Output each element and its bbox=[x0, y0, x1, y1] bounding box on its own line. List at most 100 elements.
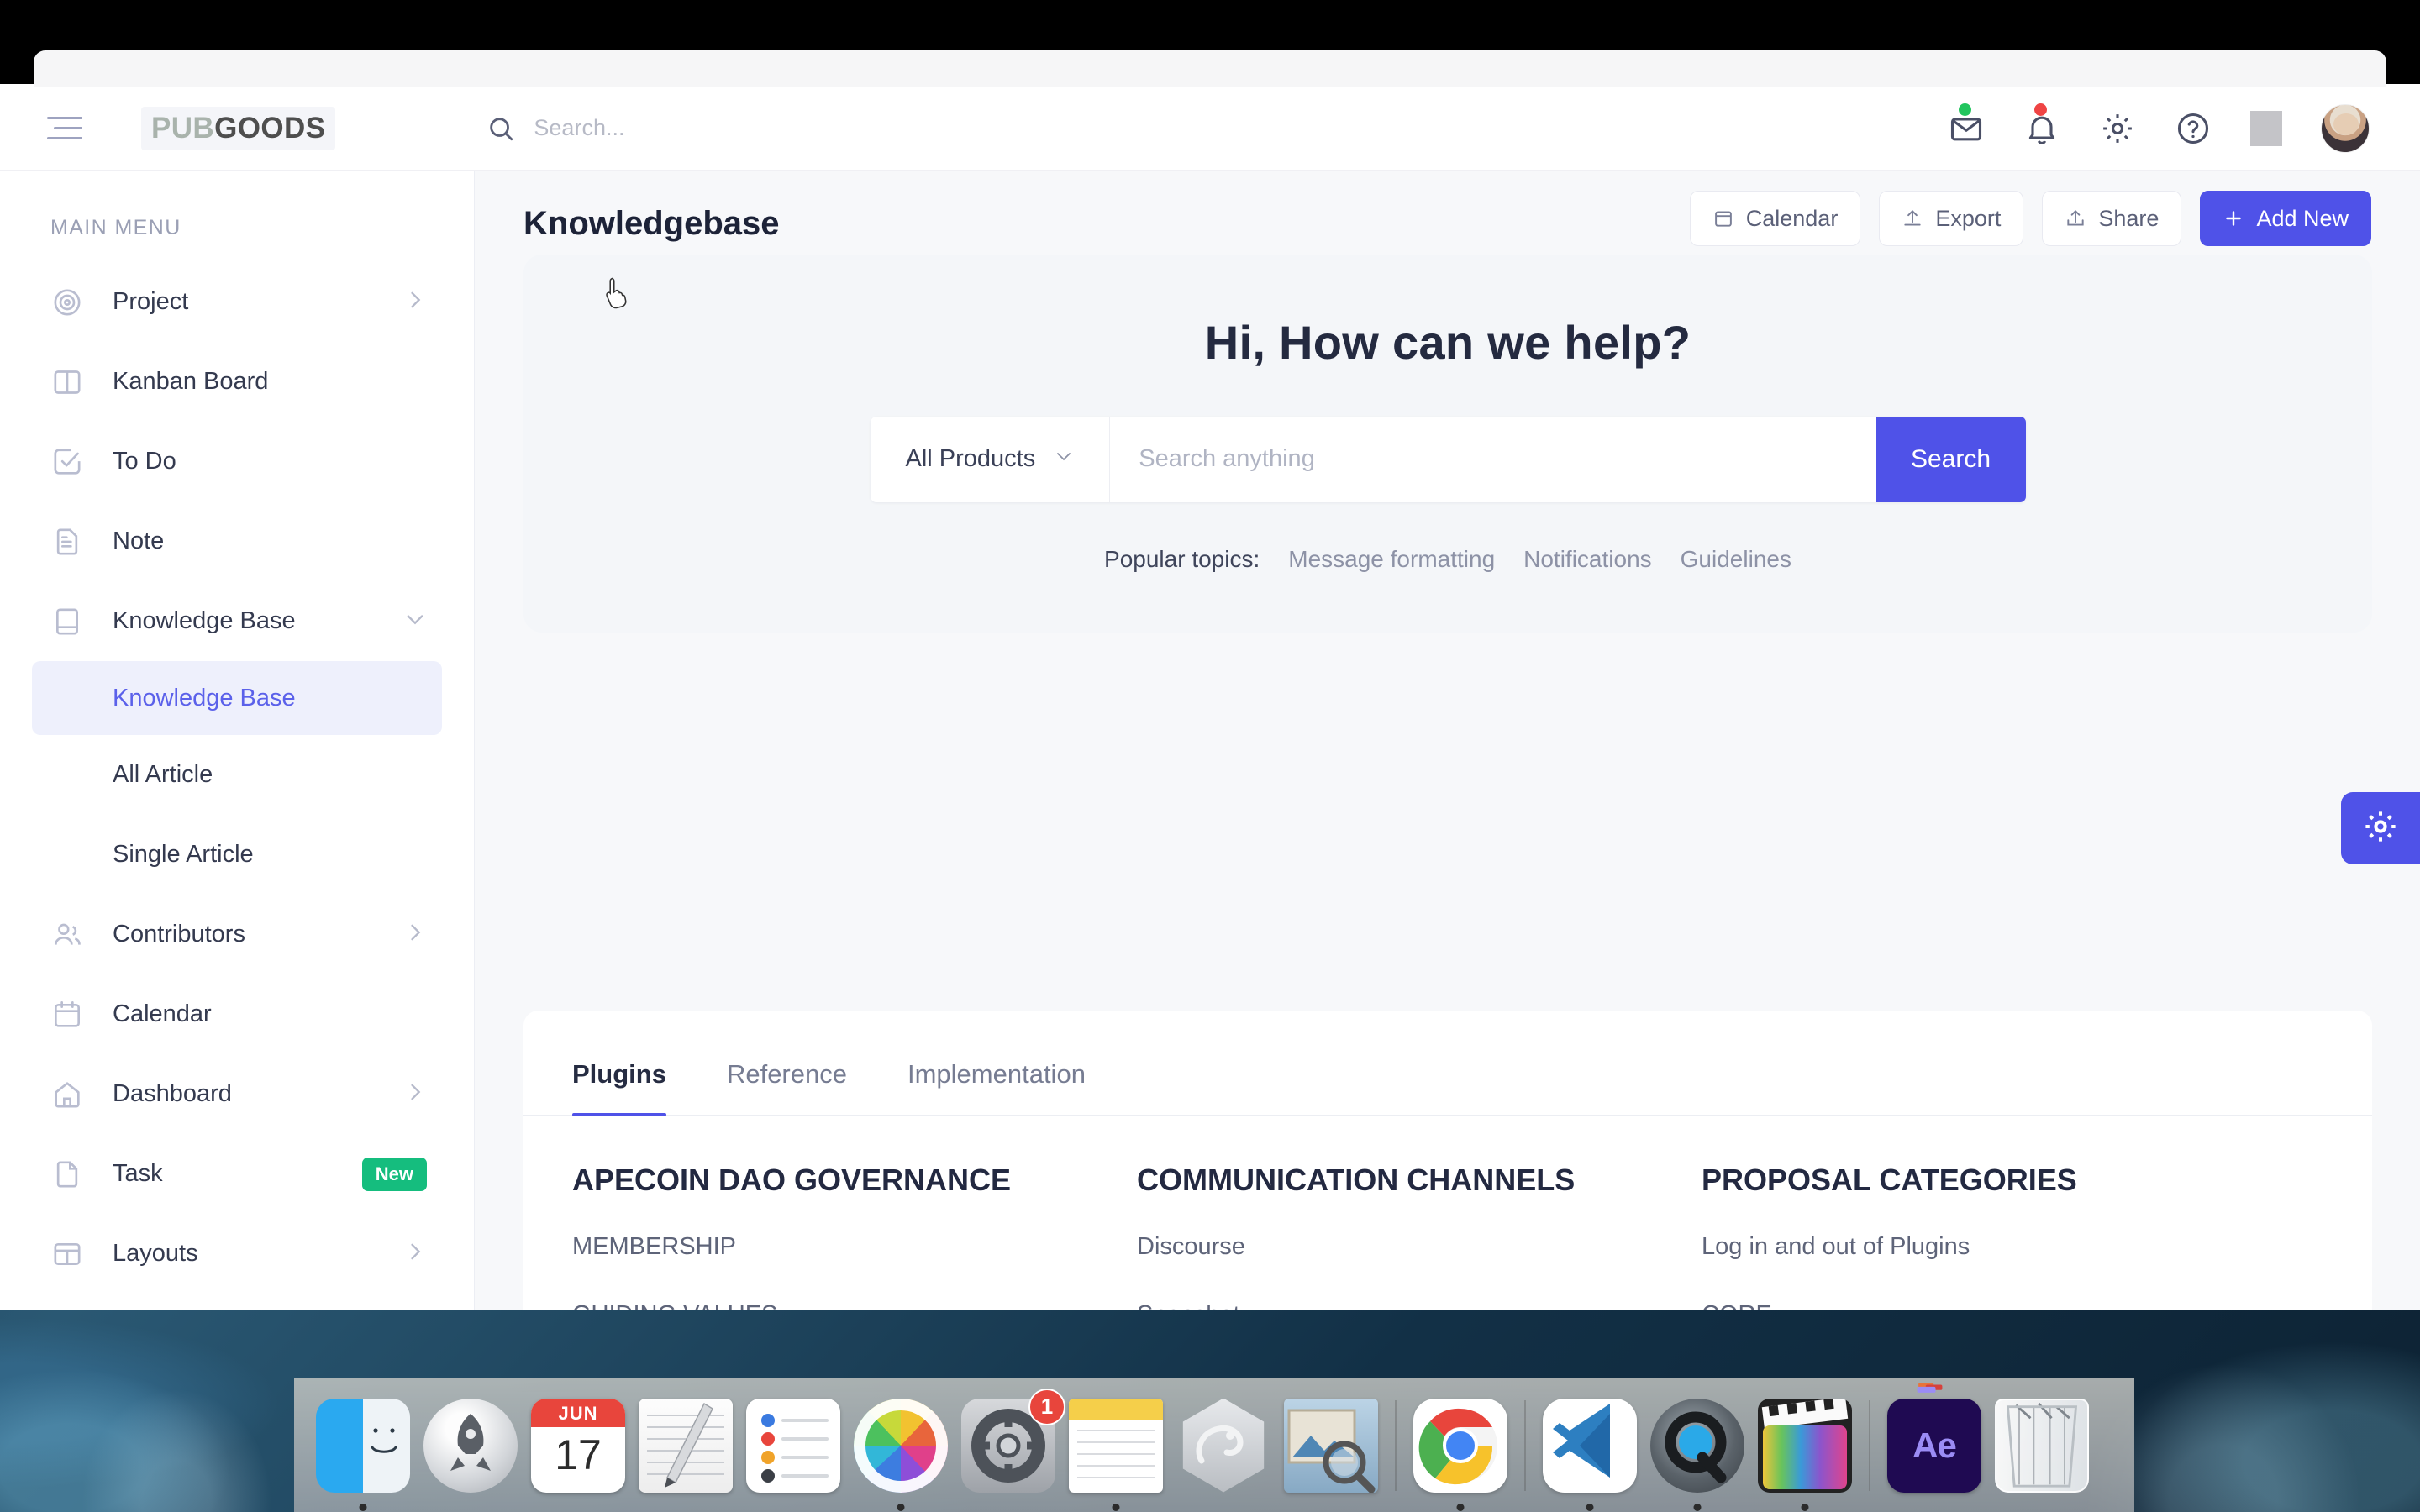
dock-item-visual-studio-code[interactable] bbox=[1536, 1392, 1644, 1511]
sidebar-item-knowledge-base-group[interactable]: Knowledge Base bbox=[0, 581, 474, 661]
dock-separator bbox=[1524, 1399, 1526, 1491]
column-heading: APECOIN DAO GOVERNANCE bbox=[572, 1163, 1012, 1197]
sidebar-item-contributors[interactable]: Contributors bbox=[0, 895, 474, 974]
dock-item-calendar[interactable]: JUN 17 bbox=[524, 1392, 632, 1499]
hex-app-icon bbox=[1182, 1398, 1265, 1493]
page-title: Knowledgebase bbox=[523, 205, 780, 242]
trash-icon bbox=[1995, 1398, 2089, 1493]
sidebar-item-label: Project bbox=[113, 288, 189, 315]
article-link[interactable]: Discourse bbox=[1137, 1233, 1702, 1261]
hero-search-input[interactable] bbox=[1110, 416, 1876, 502]
sidebar-item-kanban-board[interactable]: Kanban Board bbox=[0, 342, 474, 422]
running-indicator bbox=[1586, 1503, 1594, 1511]
running-indicator bbox=[1693, 1503, 1702, 1511]
mail-icon[interactable] bbox=[1948, 102, 1985, 147]
sidebar-item-layouts[interactable]: Layouts bbox=[0, 1214, 474, 1294]
calendar-icon: JUN 17 bbox=[531, 1398, 625, 1493]
dock-item-final-cut-pro[interactable] bbox=[1751, 1392, 1859, 1511]
sidebar-item-project[interactable]: Project bbox=[0, 262, 474, 342]
tab-reference[interactable]: Reference bbox=[727, 1059, 847, 1115]
sidebar-item-label: Note bbox=[113, 528, 165, 554]
preview-icon bbox=[1284, 1398, 1378, 1493]
sidebar-item-task[interactable]: Task New bbox=[0, 1134, 474, 1214]
article-link[interactable]: Snapshot bbox=[1137, 1301, 1702, 1310]
photos-icon bbox=[854, 1398, 948, 1493]
hamburger-line bbox=[54, 127, 82, 129]
tab-plugins[interactable]: Plugins bbox=[572, 1059, 666, 1116]
sidebar-item-knowledge-base[interactable]: Knowledge Base bbox=[32, 661, 442, 735]
global-search[interactable]: Search... bbox=[487, 114, 1243, 143]
calendar-button[interactable]: Calendar bbox=[1689, 191, 1861, 246]
final-cut-pro-icon bbox=[1758, 1398, 1852, 1493]
popular-topic-link[interactable]: Guidelines bbox=[1681, 546, 1791, 573]
popular-topic-link[interactable]: Notifications bbox=[1523, 546, 1652, 573]
article-link[interactable]: GUIDING VALUES bbox=[572, 1301, 1137, 1310]
dock-item-photos[interactable] bbox=[847, 1392, 955, 1511]
sidebar-item-single-article[interactable]: Single Article bbox=[0, 815, 474, 895]
chevron-right-icon bbox=[403, 921, 427, 948]
book-icon bbox=[50, 605, 84, 638]
dock-item-trash[interactable] bbox=[1988, 1392, 2096, 1499]
article-link[interactable]: MEMBERSHIP bbox=[572, 1233, 1137, 1261]
article-link[interactable]: CORE bbox=[1702, 1301, 2266, 1310]
dock-item-system-preferences[interactable]: 1 bbox=[955, 1388, 1065, 1499]
dock-item-after-effects[interactable]: Ae bbox=[1881, 1382, 1988, 1499]
dock-item-reminders[interactable] bbox=[739, 1392, 847, 1499]
dock-separator bbox=[1395, 1399, 1397, 1491]
share-button-label: Share bbox=[2098, 205, 2160, 231]
gear-icon[interactable] bbox=[2099, 110, 2136, 147]
add-new-button[interactable]: Add New bbox=[2200, 191, 2371, 246]
browser-toolbar: localhost:3000/admin/goods-react/admin/k… bbox=[34, 50, 2386, 89]
sidebar-item-label: Task bbox=[113, 1160, 163, 1187]
tab-implementation[interactable]: Implementation bbox=[908, 1059, 1086, 1115]
chevron-right-icon bbox=[403, 1240, 427, 1268]
layout-icon bbox=[50, 1237, 84, 1271]
export-button[interactable]: Export bbox=[1879, 191, 2024, 246]
running-indicator bbox=[1112, 1503, 1120, 1511]
product-filter-select[interactable]: All Products bbox=[871, 416, 1111, 502]
popular-topics-label: Popular topics: bbox=[1104, 545, 1260, 572]
sidebar-section-label: MAIN MENU bbox=[50, 216, 182, 239]
article-column: APECOIN DAO GOVERNANCE MEMBERSHIP GUIDIN… bbox=[572, 1163, 1137, 1310]
app-top-bar: PUBGOODS Search... bbox=[0, 87, 2420, 171]
popular-topic-link[interactable]: Message formatting bbox=[1288, 546, 1495, 573]
notification-status-dot bbox=[2034, 102, 2047, 116]
macos-dock: JUN 17 1 Ae bbox=[294, 1378, 2134, 1512]
export-button-label: Export bbox=[1935, 205, 2002, 231]
sidebar-item-note[interactable]: Note bbox=[0, 501, 474, 581]
target-icon bbox=[50, 286, 84, 319]
placeholder-icon[interactable] bbox=[2250, 110, 2282, 146]
dock-item-google-chrome[interactable] bbox=[1407, 1392, 1514, 1511]
share-icon bbox=[2065, 207, 2086, 229]
chevron-right-icon bbox=[403, 1080, 427, 1108]
sidebar-item-calendar[interactable]: Calendar bbox=[0, 974, 474, 1054]
dock-item-preview[interactable] bbox=[1277, 1392, 1385, 1499]
hero-search-button[interactable]: Search bbox=[1876, 416, 2026, 502]
help-circle-icon[interactable] bbox=[2175, 110, 2212, 147]
theme-settings-button[interactable] bbox=[2341, 792, 2420, 864]
plus-icon bbox=[2223, 207, 2244, 229]
popular-topics: Popular topics: Message formatting Notif… bbox=[1104, 546, 1791, 573]
share-button[interactable]: Share bbox=[2042, 191, 2182, 246]
sidebar-item-to-do[interactable]: To Do bbox=[0, 422, 474, 501]
dock-item-quicktime-player[interactable] bbox=[1644, 1392, 1751, 1511]
sidebar-item-dashboard[interactable]: Dashboard bbox=[0, 1054, 474, 1134]
dock-item-hex-app[interactable] bbox=[1170, 1392, 1277, 1499]
dock-item-finder[interactable] bbox=[309, 1392, 417, 1511]
dock-item-stickies[interactable] bbox=[1062, 1392, 1170, 1511]
dock-item-launchpad[interactable] bbox=[417, 1392, 524, 1499]
brand-logo[interactable]: PUBGOODS bbox=[141, 106, 336, 150]
launchpad-icon bbox=[424, 1398, 518, 1493]
dock-item-notes-pen[interactable] bbox=[632, 1392, 739, 1499]
sidebar-item-label: Single Article bbox=[113, 841, 254, 868]
avatar[interactable] bbox=[2321, 103, 2370, 153]
file-icon bbox=[50, 1158, 84, 1191]
top-bar-icons bbox=[1948, 102, 2370, 153]
sidebar-item-all-article[interactable]: All Article bbox=[0, 735, 474, 815]
sidebar-item-label: To Do bbox=[113, 448, 176, 475]
article-link[interactable]: Log in and out of Plugins bbox=[1702, 1233, 2266, 1261]
page-actions: Calendar Export Share Add New bbox=[1689, 171, 2371, 246]
global-search-placeholder: Search... bbox=[534, 115, 625, 140]
hamburger-icon[interactable] bbox=[47, 110, 94, 147]
bell-icon[interactable] bbox=[2023, 102, 2060, 147]
